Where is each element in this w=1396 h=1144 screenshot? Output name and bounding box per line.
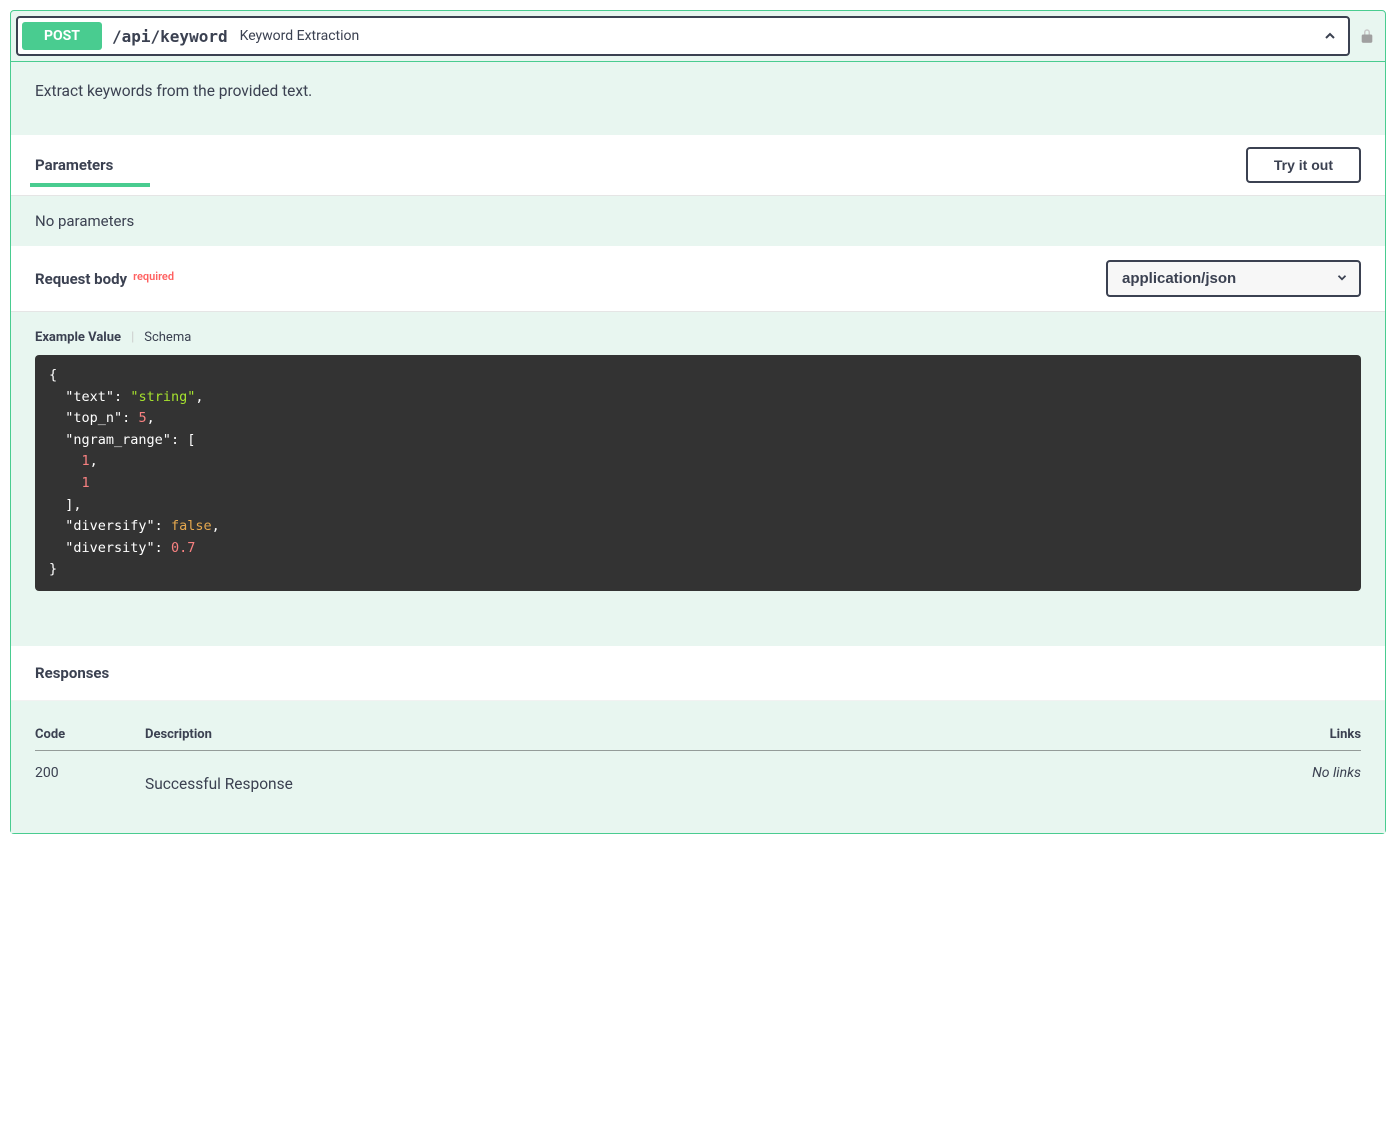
json-val-text: "string": [130, 389, 195, 405]
no-parameters-message: No parameters: [11, 196, 1385, 246]
operation-summary-row[interactable]: POST /api/keyword Keyword Extraction: [11, 11, 1385, 62]
json-val-top-n: 5: [138, 410, 146, 426]
responses-table: Code Description Links 200 Successful Re…: [35, 719, 1361, 793]
auth-lock-icon[interactable]: [1358, 27, 1376, 45]
operation-path: /api/keyword: [112, 27, 228, 46]
request-body-section-header: Request body required application/json: [11, 246, 1385, 312]
responses-col-description: Description: [145, 719, 1281, 751]
response-row: 200 Successful Response No links: [35, 750, 1361, 793]
json-val-ngram-0: 1: [82, 453, 90, 469]
json-val-ngram-1: 1: [82, 475, 90, 491]
collapse-arrow-icon[interactable]: [1320, 26, 1340, 46]
responses-table-wrapper: Code Description Links 200 Successful Re…: [11, 701, 1385, 833]
example-section: Example Value | Schema { "text": "string…: [11, 312, 1385, 646]
response-description: Successful Response: [145, 765, 1281, 793]
operation-description-text: Extract keywords from the provided text.: [35, 82, 1361, 100]
request-body-title-text: Request body: [35, 270, 127, 288]
example-value-tab[interactable]: Example Value: [35, 330, 121, 345]
operation-block: POST /api/keyword Keyword Extraction Ext…: [10, 10, 1386, 834]
content-type-select[interactable]: application/json: [1106, 260, 1361, 297]
parameters-tab-title: Parameters: [35, 156, 113, 174]
response-code: 200: [35, 750, 145, 793]
responses-col-code: Code: [35, 719, 145, 751]
parameters-section-header: Parameters Try it out: [11, 135, 1385, 196]
json-val-diversity: 0.7: [171, 540, 195, 556]
json-example-pre: { "text": "string", "top_n": 5, "ngram_r…: [49, 365, 1347, 581]
operation-body: Extract keywords from the provided text.…: [11, 62, 1385, 833]
parameters-tab-underline: [30, 183, 150, 187]
operation-summary-inner: POST /api/keyword Keyword Extraction: [16, 16, 1350, 56]
operation-description-section: Extract keywords from the provided text.: [11, 62, 1385, 135]
operation-summary-text: Keyword Extraction: [240, 28, 1314, 44]
tab-divider: |: [131, 330, 134, 345]
response-links: No links: [1281, 750, 1361, 793]
http-method-badge: POST: [22, 22, 102, 50]
try-it-out-button[interactable]: Try it out: [1246, 147, 1361, 183]
example-code-block[interactable]: { "text": "string", "top_n": 5, "ngram_r…: [35, 355, 1361, 591]
model-tabs: Example Value | Schema: [35, 330, 1361, 345]
json-val-diversify: false: [171, 518, 212, 534]
responses-section-header: Responses: [11, 646, 1385, 701]
schema-tab[interactable]: Schema: [144, 330, 191, 345]
responses-col-links: Links: [1281, 719, 1361, 751]
required-label: required: [133, 270, 174, 283]
